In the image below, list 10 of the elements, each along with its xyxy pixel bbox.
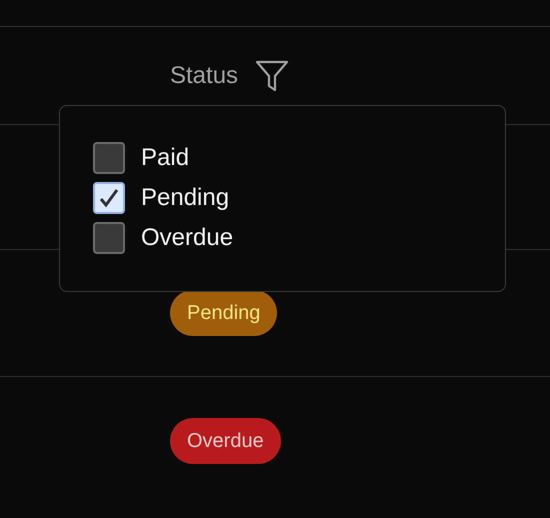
option-label: Paid [141, 143, 190, 173]
column-header: Status [170, 60, 238, 90]
checkbox[interactable] [93, 182, 125, 214]
option-label: Overdue [141, 223, 234, 253]
checkbox[interactable] [93, 222, 125, 254]
status-badge: Pending [170, 290, 278, 336]
checkbox[interactable] [93, 142, 125, 174]
status-badge: Overdue [170, 418, 281, 464]
option-label: Pending [141, 183, 230, 213]
checkmark-icon [98, 187, 120, 209]
